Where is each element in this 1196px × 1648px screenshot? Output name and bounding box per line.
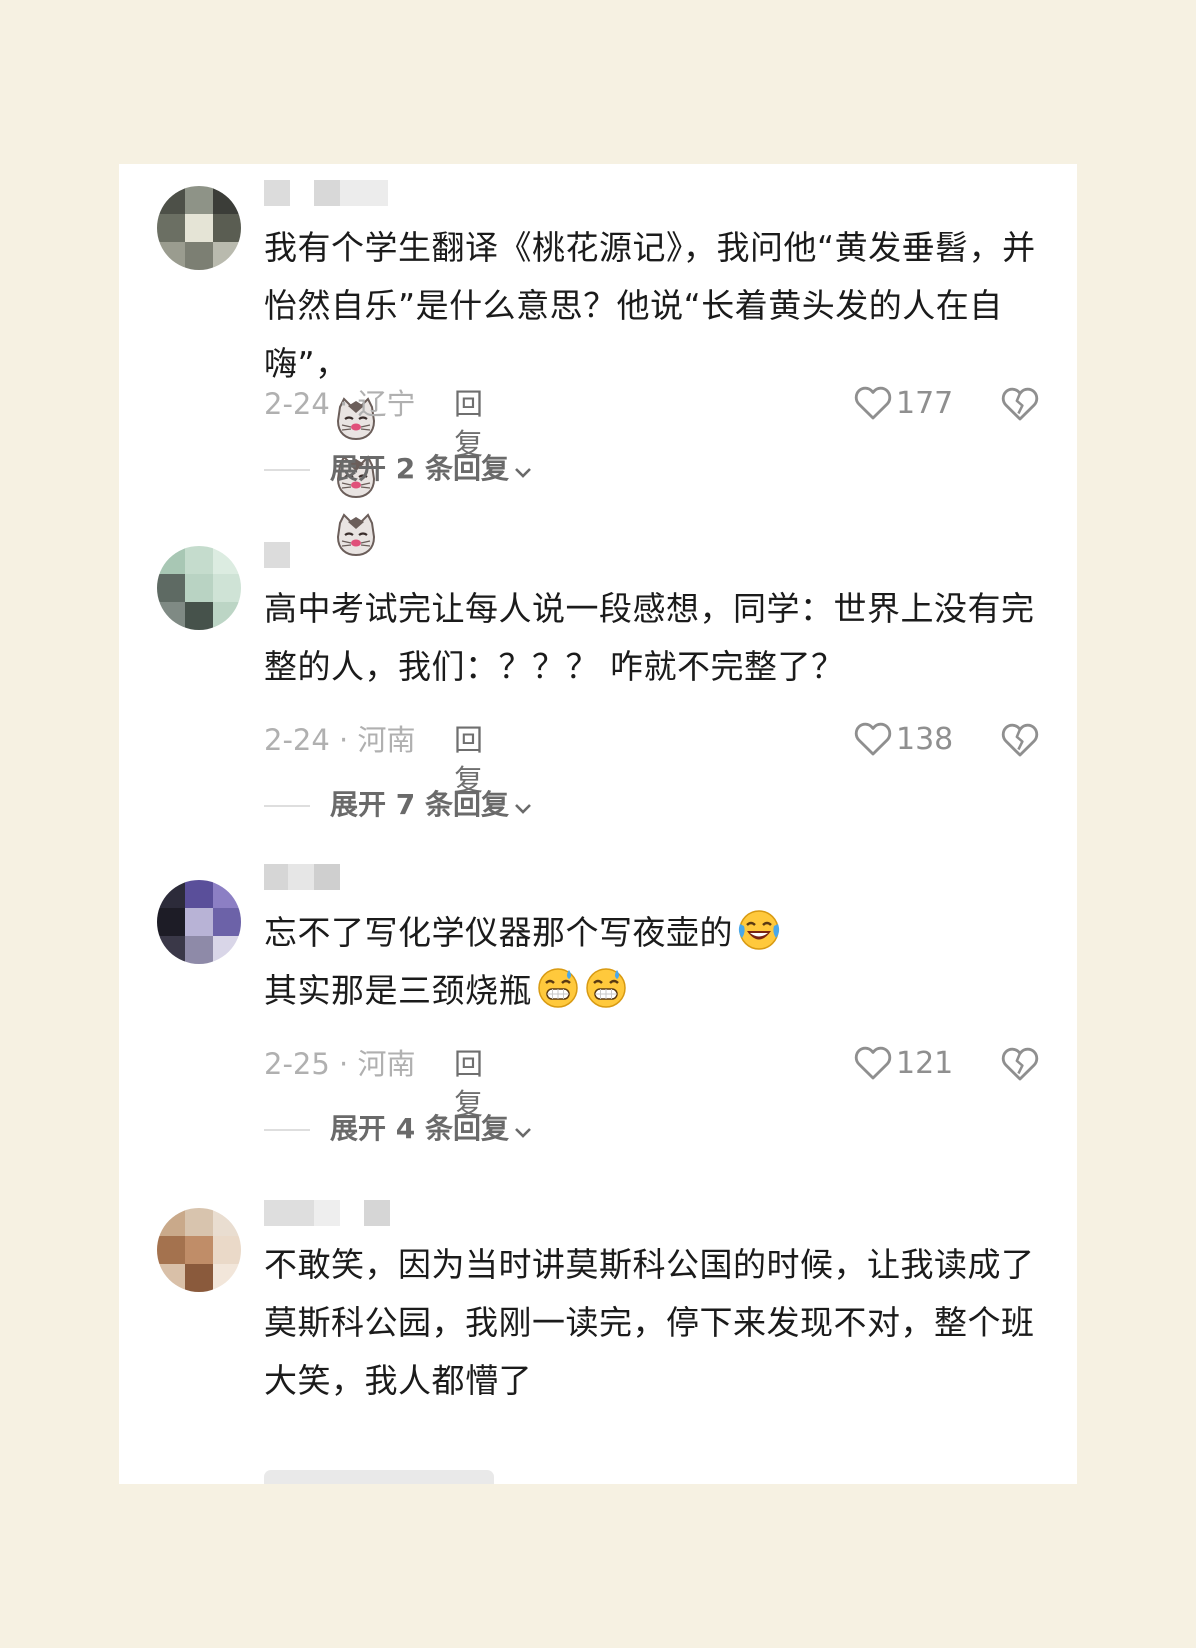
- comment-list: 我有个学生翻译《桃花源记》，我问他“黄发垂髫，并怡然自乐”是什么意思？他说“长着…: [119, 164, 1077, 1484]
- expand-replies-button[interactable]: 展开 2 条回复: [264, 449, 533, 489]
- comment-text-line-2: 其实那是三颈烧瓶: [264, 962, 1064, 1020]
- comment-meta: 2-24 · 辽宁 回复: [264, 384, 483, 461]
- chevron-down-icon: [515, 804, 531, 814]
- broken-heart-icon[interactable]: [1001, 722, 1039, 758]
- cat-face-emoji: [336, 513, 375, 557]
- comment-meta: 2-24 · 河南 回复: [264, 720, 483, 797]
- like-count: 121: [896, 1046, 954, 1081]
- laughing-crying-emoji: [738, 910, 780, 950]
- avatar[interactable]: [157, 1208, 241, 1292]
- expand-replies-label: 展开 2 条回复: [330, 452, 509, 485]
- chevron-down-icon: [515, 1128, 531, 1138]
- like-count: 138: [896, 722, 954, 757]
- comment-text: 高中考试完让每人说一段感想，同学：世界上没有完整的人，我们：？？？ 咋就不完整了…: [264, 589, 1035, 686]
- like-button[interactable]: 177: [854, 384, 953, 424]
- divider: [264, 469, 310, 471]
- like-count: 177: [896, 386, 954, 421]
- comment-text: 不敢笑，因为当时讲莫斯科公国的时候，让我读成了莫斯科公园，我刚一读完，停下来发现…: [264, 1245, 1035, 1400]
- expand-replies-label: 展开 7 条回复: [330, 788, 509, 821]
- chevron-down-icon: [515, 468, 531, 478]
- comment-date-location: 2-24 · 河南: [264, 723, 416, 757]
- divider: [264, 805, 310, 807]
- comment-date-location: 2-24 · 辽宁: [264, 387, 416, 421]
- comment-meta: 2-25 · 河南 回复: [264, 1044, 483, 1121]
- expand-replies-button[interactable]: 展开 4 条回复: [264, 1109, 533, 1149]
- heart-outline-icon: [854, 386, 892, 420]
- avatar[interactable]: [157, 880, 241, 964]
- broken-heart-icon[interactable]: [1001, 1046, 1039, 1082]
- expand-replies-button[interactable]: 展开 7 条回复: [264, 785, 533, 825]
- like-button[interactable]: 121: [854, 1044, 953, 1084]
- broken-heart-icon[interactable]: [1001, 386, 1039, 422]
- heart-outline-icon: [854, 722, 892, 756]
- next-comment-peek: [264, 1470, 494, 1484]
- avatar[interactable]: [157, 186, 241, 270]
- expand-replies-label: 展开 4 条回复: [330, 1112, 509, 1145]
- divider: [264, 1129, 310, 1131]
- comment-date-location: 2-25 · 河南: [264, 1047, 416, 1081]
- comment-text: 忘不了写化学仪器那个写夜壶的: [264, 904, 1064, 962]
- avatar[interactable]: [157, 546, 241, 630]
- grinning-sweat-emoji: [538, 968, 578, 1008]
- like-button[interactable]: 138: [854, 720, 953, 760]
- grinning-sweat-emoji: [586, 968, 626, 1008]
- heart-outline-icon: [854, 1046, 892, 1080]
